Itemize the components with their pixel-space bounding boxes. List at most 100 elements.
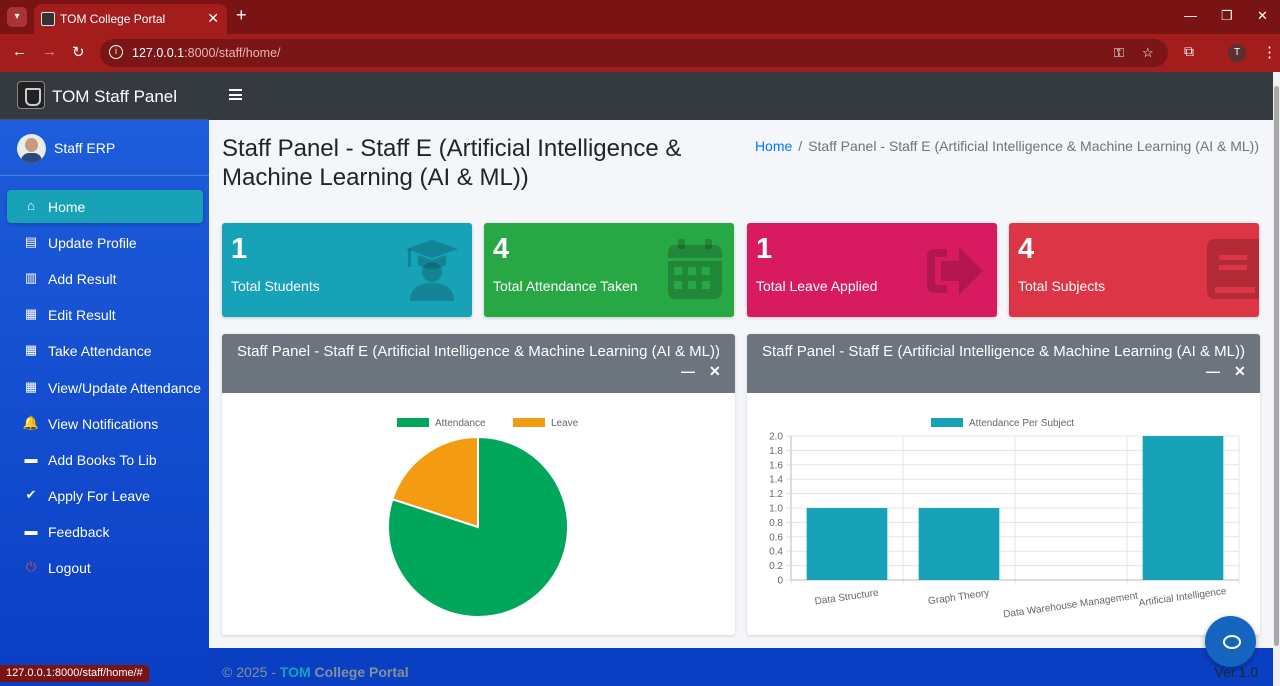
card-title: Staff Panel - Staff E (Artificial Intell…: [761, 343, 1245, 360]
reload-button[interactable]: ↻: [72, 43, 85, 61]
sidebar-item-add-result[interactable]: ▥ Add Result: [7, 262, 203, 295]
bar-data-structure[interactable]: [806, 508, 888, 580]
tab-title: TOM College Portal: [60, 12, 166, 26]
check-icon: ✔: [25, 486, 37, 502]
x-tick-label: Data Warehouse Management: [1003, 591, 1139, 621]
card-body: Attendance Per Subject 0 0.2 0.4 0.6 0.8 1.0 1.…: [747, 393, 1260, 635]
legend-label[interactable]: Leave: [551, 418, 579, 429]
minimize-button[interactable]: —: [1184, 8, 1197, 23]
sidebar-item-logout[interactable]: ⏻ Logout: [7, 551, 203, 584]
sidebar-item-label: Edit Result: [48, 307, 116, 324]
sidebar-item-label: View Notifications: [48, 415, 159, 432]
breadcrumb-home-link[interactable]: Home: [755, 138, 792, 154]
breadcrumb: Home / Staff Panel - Staff E (Artificial I…: [755, 138, 1259, 154]
url-field[interactable]: i 127.0.0.1:8000/staff/home/ ⚿ ☆: [100, 39, 1168, 67]
user-panel: Staff ERP: [0, 120, 209, 176]
power-icon: ⏻: [25, 559, 37, 574]
bar-artificial-intelligence[interactable]: [1142, 436, 1224, 580]
tab-close-icon[interactable]: ✕: [207, 10, 219, 27]
forward-button[interactable]: →: [42, 43, 57, 60]
extensions-icon[interactable]: ⧉: [1184, 43, 1194, 60]
comment-icon: ▬: [24, 450, 38, 466]
sidebar-item-label: Apply For Leave: [48, 487, 150, 504]
stat-box-total-attendance[interactable]: 4 Total Attendance Taken: [484, 223, 734, 317]
url-text: 127.0.0.1:8000/staff/home/: [132, 46, 281, 60]
y-tick-label: 0: [777, 576, 783, 587]
tab-search-button[interactable]: ▾: [7, 7, 27, 27]
page-title: Staff Panel - Staff E (Artificial Intell…: [222, 135, 682, 191]
brand-link[interactable]: TOM Staff Panel: [0, 72, 209, 120]
collapse-button[interactable]: —: [1206, 363, 1220, 379]
table-icon: ▦: [24, 378, 38, 394]
new-tab-button[interactable]: +: [236, 5, 247, 26]
sidebar-item-take-attendance[interactable]: ▦ Take Attendance: [7, 334, 203, 367]
sidebar: TOM Staff Panel Staff ERP ⌂ Home ▤ Update P…: [0, 72, 209, 686]
card-header: Staff Panel - Staff E (Artificial Intell…: [222, 334, 735, 393]
sidebar-item-label: Feedback: [48, 523, 110, 540]
home-icon: ⌂: [27, 198, 35, 213]
legend-swatch: [931, 418, 963, 427]
id-card-icon: ▤: [24, 234, 38, 250]
sidebar-item-edit-result[interactable]: ▦ Edit Result: [7, 298, 203, 331]
legend-label[interactable]: Attendance Per Subject: [969, 418, 1074, 429]
stat-value: 1: [231, 233, 248, 265]
card-title: Staff Panel - Staff E (Artificial Intell…: [236, 343, 720, 360]
sidebar-item-add-books-to-lib[interactable]: ▬ Add Books To Lib: [7, 443, 203, 476]
attendance-per-subject-bar-chart: Attendance Per Subject 0 0.2 0.4 0.6 0.8 1.0 1.…: [769, 418, 1240, 621]
x-tick-label: Data Structure: [814, 588, 880, 608]
site-info-icon[interactable]: i: [109, 45, 123, 59]
legend-swatch: [397, 418, 429, 427]
chat-bubble-button[interactable]: [1205, 616, 1256, 667]
sidebar-item-label: Logout: [48, 560, 91, 576]
remove-button[interactable]: ✕: [709, 363, 721, 380]
sign-out-icon: [927, 247, 983, 295]
sidebar-item-feedback[interactable]: ▬ Feedback: [7, 515, 203, 548]
bookmark-star-icon[interactable]: ☆: [1142, 45, 1154, 61]
address-bar: ← → ↻ i 127.0.0.1:8000/staff/home/ ⚿ ☆ ⧉…: [0, 34, 1280, 72]
bar-graph-theory[interactable]: [918, 508, 1000, 580]
footer-brand-link[interactable]: TOM: [280, 664, 311, 680]
sidebar-item-home[interactable]: ⌂ Home: [7, 190, 203, 223]
browser-tab[interactable]: TOM College Portal ✕: [34, 4, 227, 34]
legend-label[interactable]: Attendance: [435, 418, 486, 429]
page-scrollbar[interactable]: [1273, 72, 1280, 686]
stat-box-total-leave[interactable]: 1 Total Leave Applied: [747, 223, 997, 317]
remove-button[interactable]: ✕: [1234, 363, 1246, 380]
stat-label: Total Students: [231, 278, 320, 294]
attendance-leave-pie-chart: Attendance Leave: [387, 418, 579, 618]
sidebar-item-label: View/Update Attendance: [48, 379, 202, 396]
brand-title: TOM Staff Panel: [52, 87, 178, 106]
collapse-button[interactable]: —: [681, 363, 695, 379]
stat-box-total-subjects[interactable]: 4 Total Subjects: [1009, 223, 1259, 317]
top-navbar: [209, 72, 1273, 120]
y-tick-label: 0.2: [769, 561, 783, 572]
browser-menu-icon[interactable]: ⋮: [1262, 43, 1277, 61]
y-tick-label: 1.4: [769, 475, 783, 486]
status-url: 127.0.0.1:8000/staff/home/#: [0, 665, 149, 682]
sidebar-item-apply-for-leave[interactable]: ✔ Apply For Leave: [7, 479, 203, 512]
card-body: Attendance Leave: [222, 393, 735, 635]
y-tick-label: 0.6: [769, 532, 783, 543]
sidebar-item-view-notifications[interactable]: 🔔 View Notifications: [7, 407, 203, 440]
back-button[interactable]: ←: [12, 43, 27, 60]
graduation-cap-icon: [406, 240, 458, 301]
copyright: © 2025 - TOM College Portal: [222, 664, 409, 680]
maximize-button[interactable]: ❐: [1221, 8, 1233, 24]
profile-avatar[interactable]: T: [1228, 44, 1246, 62]
sidebar-item-view-update-attendance[interactable]: ▦ View/Update Attendance: [7, 371, 203, 404]
scrollbar-thumb[interactable]: [1274, 86, 1279, 646]
hamburger-menu-icon[interactable]: [229, 89, 242, 100]
sidebar-item-update-profile[interactable]: ▤ Update Profile: [7, 226, 203, 259]
attendance-leave-card: Staff Panel - Staff E (Artificial Intell…: [222, 334, 735, 635]
card-header: Staff Panel - Staff E (Artificial Intell…: [747, 334, 1260, 393]
college-logo: [17, 81, 45, 109]
y-tick-label: 0.8: [769, 518, 783, 529]
y-tick-label: 0.4: [769, 547, 783, 558]
sidebar-item-label: Update Profile: [48, 235, 137, 252]
key-icon[interactable]: ⚿: [1114, 45, 1124, 61]
window-close-button[interactable]: ✕: [1257, 8, 1268, 24]
stat-box-total-students[interactable]: 1 Total Students: [222, 223, 472, 317]
y-tick-label: 1.0: [769, 504, 783, 515]
user-name[interactable]: Staff ERP: [54, 140, 115, 156]
bell-icon: 🔔: [22, 414, 40, 430]
